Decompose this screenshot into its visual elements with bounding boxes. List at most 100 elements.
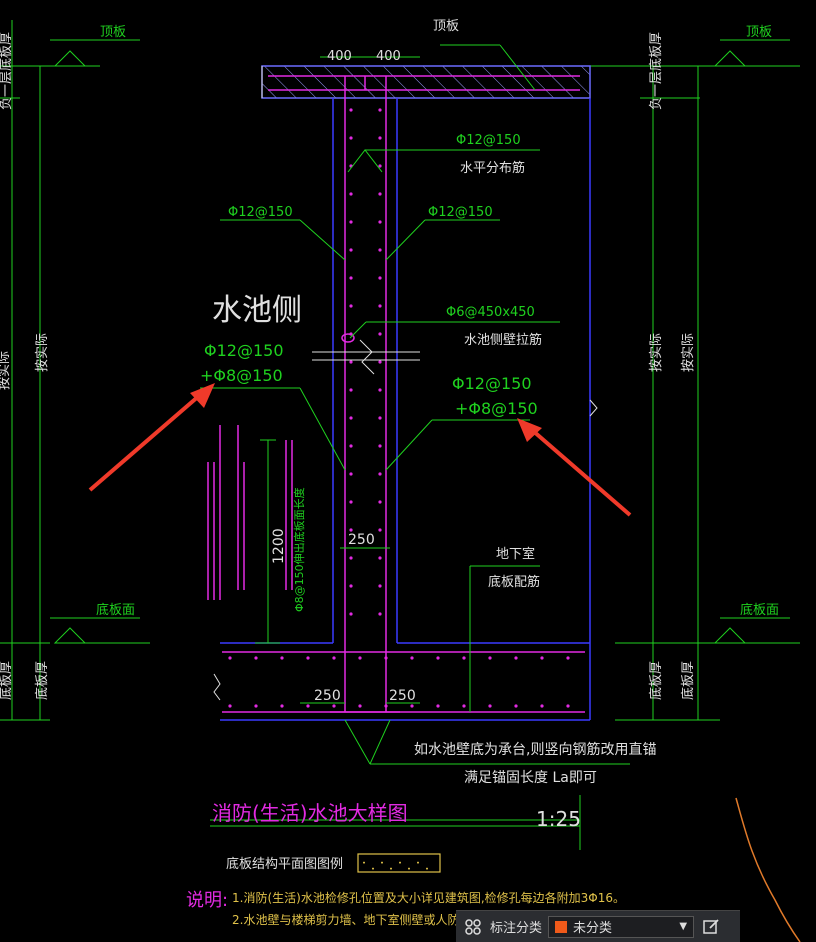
label-tie-rebar: Φ6@450x450 [446,305,535,320]
label-neg1-slab-left: 负一层底板厚 [0,32,14,110]
label-floor-face-right: 底板面 [740,602,779,618]
label-side-rebar-4: +Φ8@150 [455,399,538,418]
rebar-dot [349,136,353,140]
label-side-rebar-3: Φ12@150 [452,374,532,393]
legend-dot [426,867,428,870]
drawing-scale: 1:25 [536,807,581,831]
rebar-dot [378,276,382,280]
label-per-actual-right2: 按实际 [681,333,696,372]
cad-drawing-viewport[interactable]: 顶板 顶板 顶板 400 400 Φ12@150 水平分布筋 Φ12@150 Φ… [0,0,816,942]
rebar-dot [384,704,388,708]
break-symbol [213,339,598,701]
rebar-dot [378,500,382,504]
label-per-actual-left: 按实际 [35,333,50,372]
top-slab [261,65,591,99]
rebar-dot [566,656,570,660]
label-top-slab-right: 顶板 [746,25,772,40]
right-level-lines [590,39,800,721]
rebar-dot [358,656,362,660]
dim-400-b: 400 [376,49,401,64]
label-horiz-dist: 水平分布筋 [460,160,525,176]
label-note-line2: 满足锚固长度 La即可 [464,770,597,786]
label-basement: 地下室 [496,546,535,562]
label-rebar-h: Φ12@150 [456,133,521,148]
rebar-dot [378,192,382,196]
legend-dot [363,861,365,864]
legend-dot [399,861,401,864]
dim-1200: 1200 [271,528,287,564]
rebar-dot [384,656,388,660]
rebar-dot [514,704,518,708]
rebar-dot [378,556,382,560]
rebar-dot [378,472,382,476]
rebar-dot [378,584,382,588]
label-side-rebar-2: +Φ8@150 [200,366,283,385]
rebar-dot [378,444,382,448]
rebar-dot [349,192,353,196]
notes-label: 说明: [186,890,228,911]
dim-250-a: 250 [314,688,341,704]
rebar-dot [488,656,492,660]
rebar-dot [378,332,382,336]
rebar-dot [349,584,353,588]
rebar-dot [349,388,353,392]
rebar-dot [280,656,284,660]
label-floor-thick-far-left: 底板厚 [0,661,14,700]
label-per-actual-far-left: 按实际 [0,351,12,390]
rebar-dot [280,704,284,708]
grid-apps-icon[interactable] [462,916,484,938]
cad-canvas[interactable]: 顶板 顶板 顶板 400 400 Φ12@150 水平分布筋 Φ12@150 Φ… [0,0,816,942]
rebar-dot [349,416,353,420]
rebar-dot [462,656,466,660]
rebar-dot [378,220,382,224]
rebar-dot [378,612,382,616]
orange-sketch-line [735,797,801,942]
rebar-dot [436,656,440,660]
rebar-dot [566,704,570,708]
rebar-dot [540,656,544,660]
legend-dot [408,867,410,870]
rebar-dot [488,704,492,708]
rebar-dot [349,108,353,112]
rebar-dot [378,360,382,364]
rebar-dot [378,164,382,168]
annotation-toolbar: 标注分类 未分类 ▼ [456,910,740,942]
rebar-dot [306,704,310,708]
rebar-dot [378,388,382,392]
label-floor-thick-left: 底板厚 [34,661,50,700]
label-floor-thick-right2: 底板厚 [680,661,696,700]
rebar-dot [410,704,414,708]
rebar-dot [378,136,382,140]
rebar-dot [378,108,382,112]
rebar-dot [349,248,353,252]
label-note-line1: 如水池壁底为承台,则竖向钢筋改用直锚 [414,741,656,758]
drawing-title: 消防(生活)水池大样图 [212,801,408,825]
rebar-dot [349,472,353,476]
rebar-dot [540,704,544,708]
rebar-dot [378,248,382,252]
chevron-down-icon: ▼ [679,921,688,932]
label-wall-tie: 水池侧壁拉筋 [464,332,542,348]
rebar-dot [349,276,353,280]
label-side: 水池侧 [212,293,302,328]
legend-dots [363,861,428,870]
rebar-dot [349,500,353,504]
legend-dot [372,867,374,870]
edit-icon[interactable] [700,916,722,938]
label-per-actual-right: 按实际 [649,333,664,372]
rebar-dot [349,304,353,308]
rebar-dot [254,704,258,708]
leader-lines [200,44,630,850]
rebar-dot [349,612,353,616]
label-neg1-slab: 负一层底板厚 [648,32,664,110]
category-value: 未分类 [573,921,613,936]
category-select[interactable]: 未分类 ▼ [548,915,695,938]
label-top-slab: 顶板 [433,19,459,34]
legend-label: 底板结构平面图图例 [226,856,343,872]
red-arrows [88,383,632,517]
legend-dot [417,861,419,864]
rebar-dot [514,656,518,660]
rebar-dot [349,220,353,224]
rebar-dot [332,656,336,660]
rebar-dot [410,656,414,660]
